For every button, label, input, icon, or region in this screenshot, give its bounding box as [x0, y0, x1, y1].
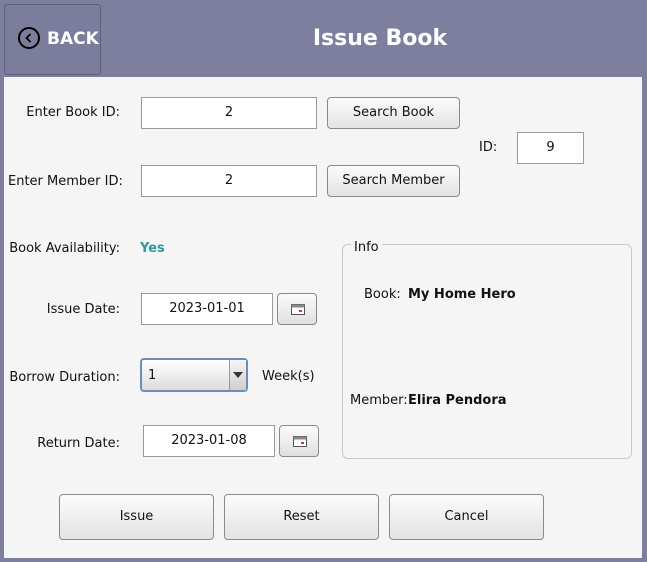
search-member-button[interactable]: Search Member: [327, 165, 460, 197]
calendar-icon: [291, 304, 305, 315]
reset-button[interactable]: Reset: [224, 494, 379, 540]
issue-date-label: Issue Date:: [46, 302, 120, 317]
book-id-field[interactable]: 2: [141, 97, 317, 129]
book-id-label: Enter Book ID:: [26, 105, 120, 120]
back-label: BACK: [47, 29, 99, 49]
availability-status: Yes: [140, 241, 165, 256]
info-group-box: [342, 244, 632, 459]
back-button[interactable]: BACK: [4, 4, 101, 75]
info-book-label: Book:: [364, 287, 401, 302]
info-title: Info: [351, 240, 382, 255]
id-label: ID:: [479, 140, 498, 155]
borrow-duration-select[interactable]: 1: [140, 358, 248, 392]
info-book-value: My Home Hero: [408, 287, 516, 302]
cancel-button[interactable]: Cancel: [389, 494, 544, 540]
issue-date-field[interactable]: 2023-01-01: [141, 293, 273, 325]
return-date-label: Return Date:: [37, 436, 120, 451]
return-date-field[interactable]: 2023-01-08: [143, 425, 275, 457]
issue-button[interactable]: Issue: [59, 494, 214, 540]
borrow-duration-label: Borrow Duration:: [9, 370, 120, 385]
header-bar: BACK Issue Book: [0, 0, 647, 77]
availability-label: Book Availability:: [9, 241, 120, 256]
page-title: Issue Book: [312, 26, 448, 51]
calendar-icon: [293, 436, 307, 447]
return-date-picker-button[interactable]: [279, 425, 319, 457]
id-field[interactable]: 9: [517, 132, 584, 164]
search-book-button[interactable]: Search Book: [327, 97, 460, 129]
borrow-unit-label: Week(s): [262, 369, 315, 384]
chevron-left-icon: [18, 27, 40, 49]
dropdown-arrow[interactable]: [229, 360, 246, 390]
info-member-label: Member:: [350, 393, 408, 408]
issue-date-picker-button[interactable]: [277, 293, 317, 325]
info-member-value: Elira Pendora: [408, 393, 507, 408]
borrow-duration-value: 1: [148, 368, 157, 383]
member-id-field[interactable]: 2: [141, 165, 317, 197]
chevron-down-icon: [233, 372, 243, 378]
member-id-label: Enter Member ID:: [8, 174, 123, 189]
